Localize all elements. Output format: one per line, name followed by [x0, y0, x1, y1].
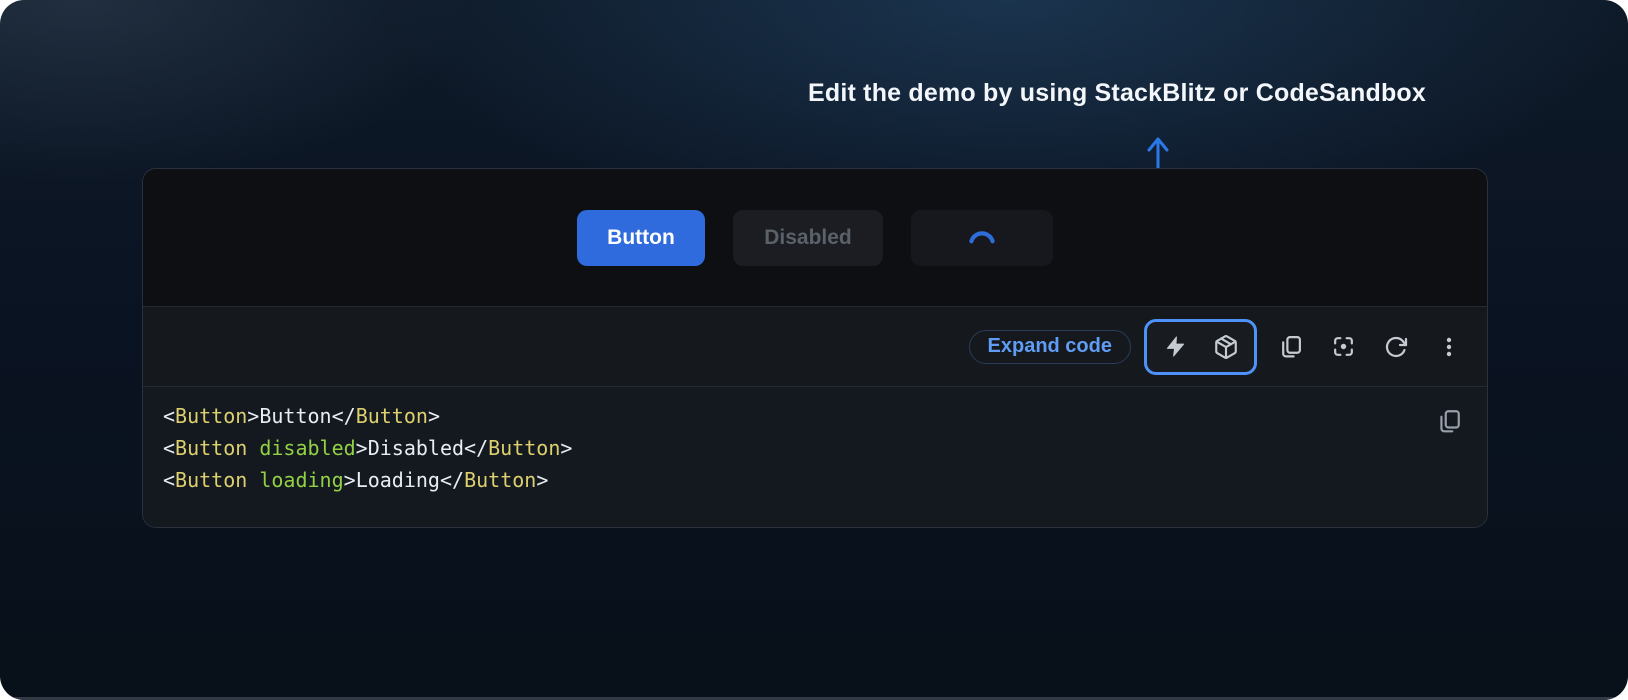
copy-code-floating-button[interactable] — [1433, 405, 1465, 437]
demo-preview-area: Button Disabled — [143, 169, 1487, 306]
page-background: Edit the demo by using StackBlitz or Cod… — [0, 0, 1628, 700]
refresh-demo-button[interactable] — [1376, 327, 1416, 367]
demo-button-loading[interactable] — [911, 210, 1053, 266]
refresh-icon — [1384, 335, 1408, 359]
copy-code-button[interactable] — [1270, 327, 1310, 367]
loading-spinner-icon — [967, 223, 997, 253]
more-actions-button[interactable] — [1429, 327, 1469, 367]
focus-view-button[interactable] — [1323, 327, 1363, 367]
code-line: <Button>Button</Button> — [163, 400, 1467, 432]
codesandbox-cube-icon — [1213, 334, 1239, 360]
code-lines: <Button>Button</Button><Button disabled>… — [163, 400, 1467, 496]
highlighted-icon-group — [1144, 319, 1257, 375]
copy-icon — [1436, 408, 1462, 434]
demo-button-primary[interactable]: Button — [577, 210, 705, 266]
code-block: <Button>Button</Button><Button disabled>… — [143, 386, 1487, 527]
demo-button-disabled[interactable]: Disabled — [733, 210, 883, 266]
stackblitz-lightning-icon — [1164, 335, 1187, 358]
kebab-menu-icon — [1437, 335, 1461, 359]
stackblitz-button[interactable] — [1153, 327, 1197, 367]
expand-code-button[interactable]: Expand code — [969, 330, 1131, 364]
annotation-text: Edit the demo by using StackBlitz or Cod… — [808, 79, 1426, 108]
demo-card: Button Disabled Expand code — [142, 168, 1488, 528]
code-line: <Button disabled>Disabled</Button> — [163, 432, 1467, 464]
code-line: <Button loading>Loading</Button> — [163, 464, 1467, 496]
center-focus-icon — [1331, 334, 1356, 359]
codesandbox-button[interactable] — [1204, 327, 1248, 367]
copy-icon — [1278, 334, 1303, 359]
demo-toolbar: Expand code — [143, 306, 1487, 386]
